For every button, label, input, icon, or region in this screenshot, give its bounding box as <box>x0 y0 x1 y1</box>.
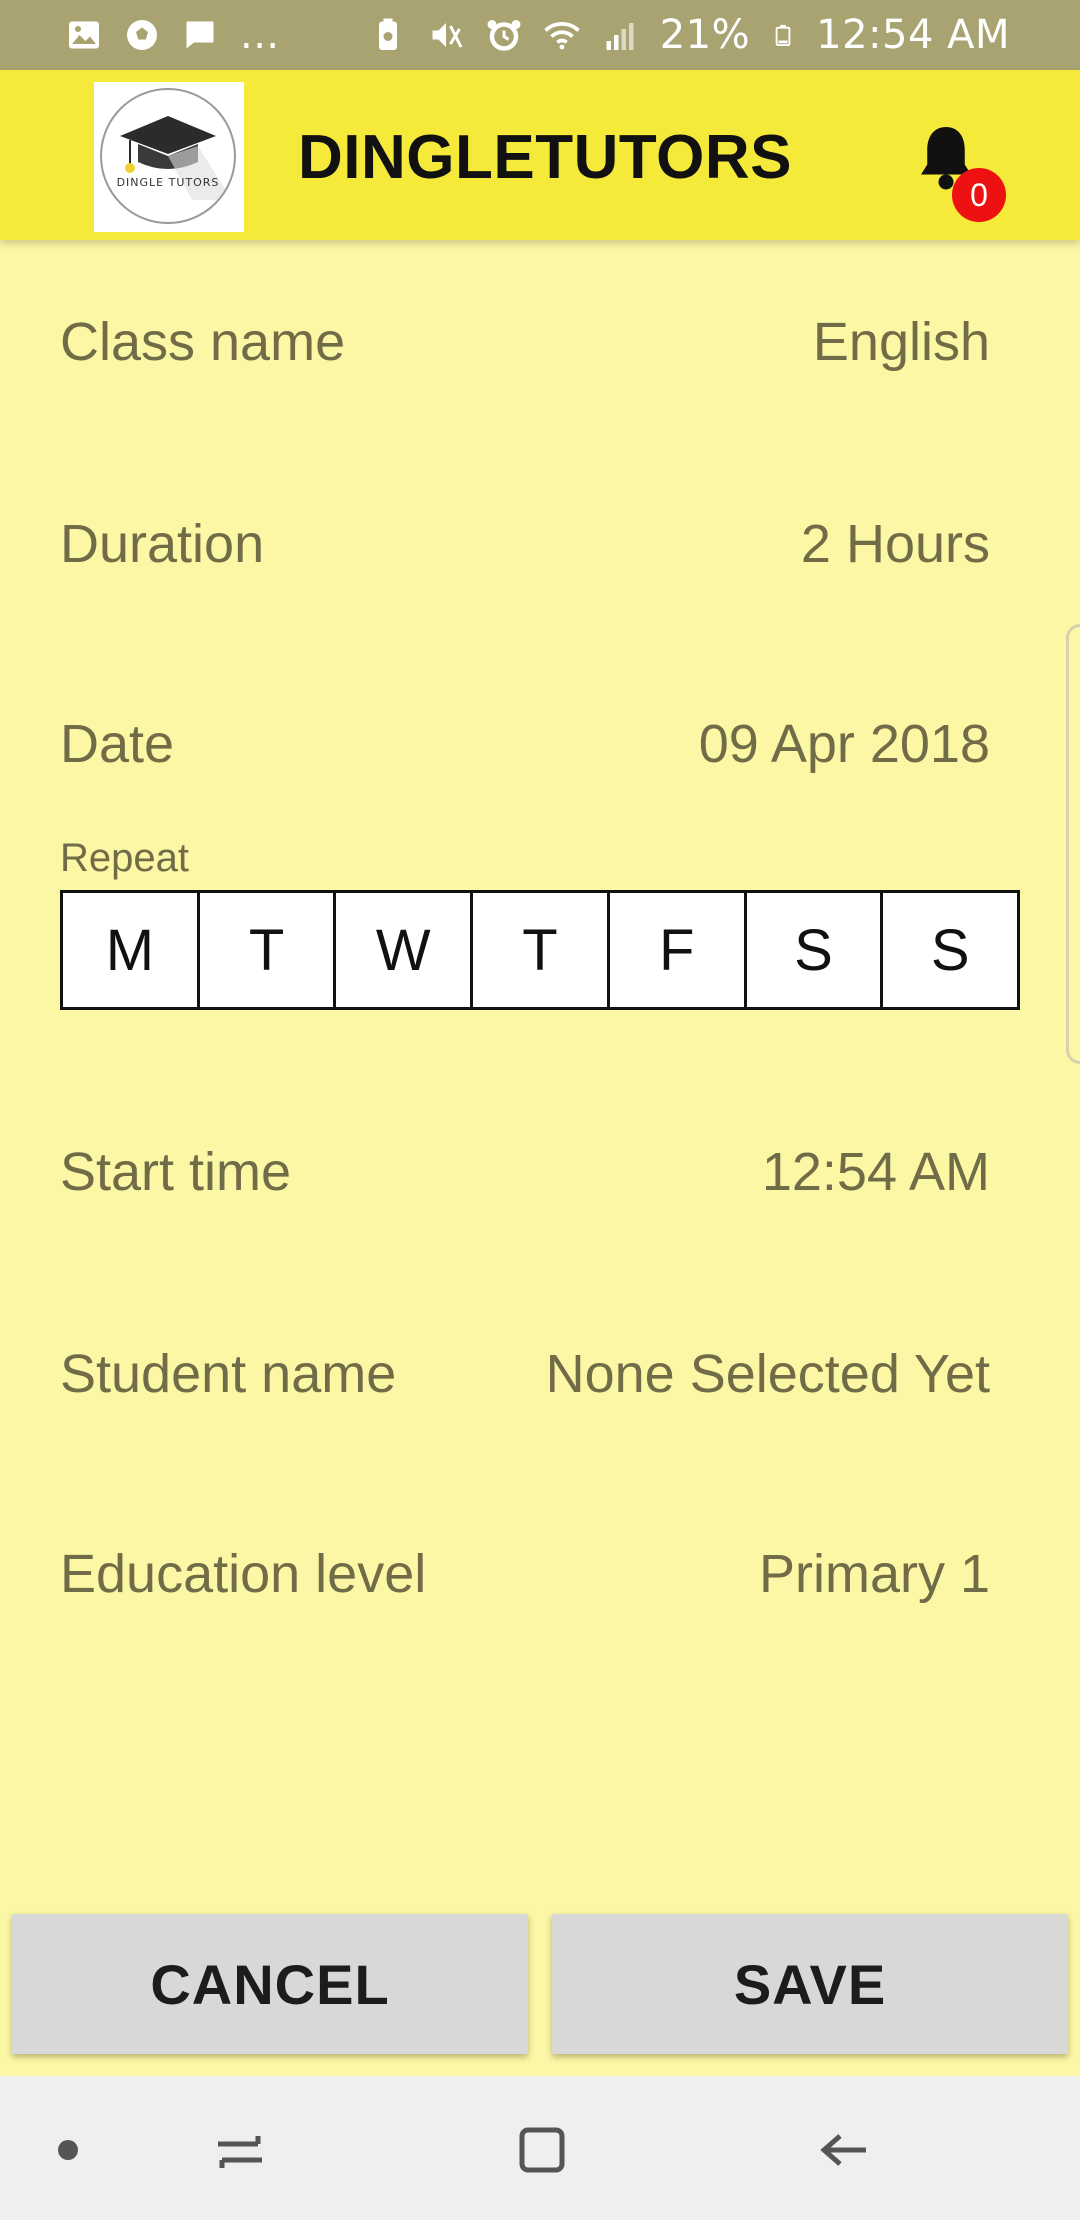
duration-row[interactable]: Duration 2 Hours <box>60 504 990 584</box>
repeat-label: Repeat <box>60 836 189 880</box>
alarm-icon <box>487 20 521 51</box>
student-name-label: Student name <box>60 1344 397 1404</box>
start-time-value[interactable]: 12:54 AM <box>762 1141 990 1203</box>
education-level-row[interactable]: Education level Primary 1 <box>60 1534 990 1614</box>
day-toggle-wednesday[interactable]: W <box>336 893 474 1007</box>
graduation-cap-icon <box>120 116 232 200</box>
repeat-day-selector: M T W T F S S <box>60 890 1020 1010</box>
edge-panel-handle[interactable] <box>1066 624 1080 1064</box>
day-toggle-thursday[interactable]: T <box>473 893 610 1007</box>
status-notifications: ... <box>66 12 280 58</box>
day-toggle-sunday[interactable]: S <box>883 893 1017 1007</box>
status-system: 21% 12:54 AM <box>370 12 1010 58</box>
message-icon <box>186 21 214 49</box>
save-button[interactable]: SAVE <box>552 1914 1068 2054</box>
image-icon <box>69 21 99 49</box>
soccer-ball-icon <box>127 20 157 50</box>
start-time-row[interactable]: Start time 12:54 AM <box>60 1132 990 1212</box>
date-row[interactable]: Date 09 Apr 2018 <box>60 704 990 784</box>
class-name-row[interactable]: Class name English <box>60 302 990 382</box>
mute-icon <box>432 23 463 48</box>
status-bar: ... 21% 12:54 AM <box>0 0 1080 70</box>
logo-emblem: DINGLE TUTORS <box>100 88 236 224</box>
duration-value[interactable]: 2 Hours <box>801 513 990 575</box>
app-bar: DINGLE TUTORS DINGLETUTORS 0 <box>0 70 1080 240</box>
navigation-bar <box>0 2076 1080 2220</box>
home-icon[interactable] <box>512 2120 572 2180</box>
student-name-row[interactable]: Student name None Selected Yet <box>60 1334 990 1414</box>
back-icon[interactable] <box>814 2120 874 2180</box>
battery-saver-icon <box>378 18 397 50</box>
day-toggle-monday[interactable]: M <box>63 893 200 1007</box>
education-level-label: Education level <box>60 1544 427 1604</box>
start-time-label: Start time <box>60 1142 292 1202</box>
cancel-button[interactable]: CANCEL <box>12 1914 528 2054</box>
battery-percent: 21% <box>659 12 751 58</box>
notification-badge: 0 <box>952 168 1006 222</box>
date-value[interactable]: 09 Apr 2018 <box>699 713 990 775</box>
status-overflow: ... <box>240 12 280 58</box>
day-toggle-saturday[interactable]: S <box>747 893 884 1007</box>
wifi-icon <box>543 22 580 50</box>
recent-apps-icon[interactable] <box>210 2120 270 2180</box>
date-label: Date <box>60 714 175 774</box>
status-time: 12:54 AM <box>816 12 1010 58</box>
day-toggle-friday[interactable]: F <box>610 893 747 1007</box>
duration-label: Duration <box>60 514 265 574</box>
signal-icon <box>606 23 634 50</box>
student-name-value[interactable]: None Selected Yet <box>546 1343 990 1405</box>
class-name-label: Class name <box>60 312 346 372</box>
dot-icon[interactable] <box>38 2120 98 2180</box>
class-name-value[interactable]: English <box>813 311 990 373</box>
app-title: DINGLETUTORS <box>298 123 792 192</box>
battery-icon <box>775 24 791 46</box>
app-logo[interactable]: DINGLE TUTORS <box>94 82 244 232</box>
day-toggle-tuesday[interactable]: T <box>200 893 337 1007</box>
education-level-value[interactable]: Primary 1 <box>759 1543 990 1605</box>
logo-text: DINGLE TUTORS <box>116 176 220 189</box>
